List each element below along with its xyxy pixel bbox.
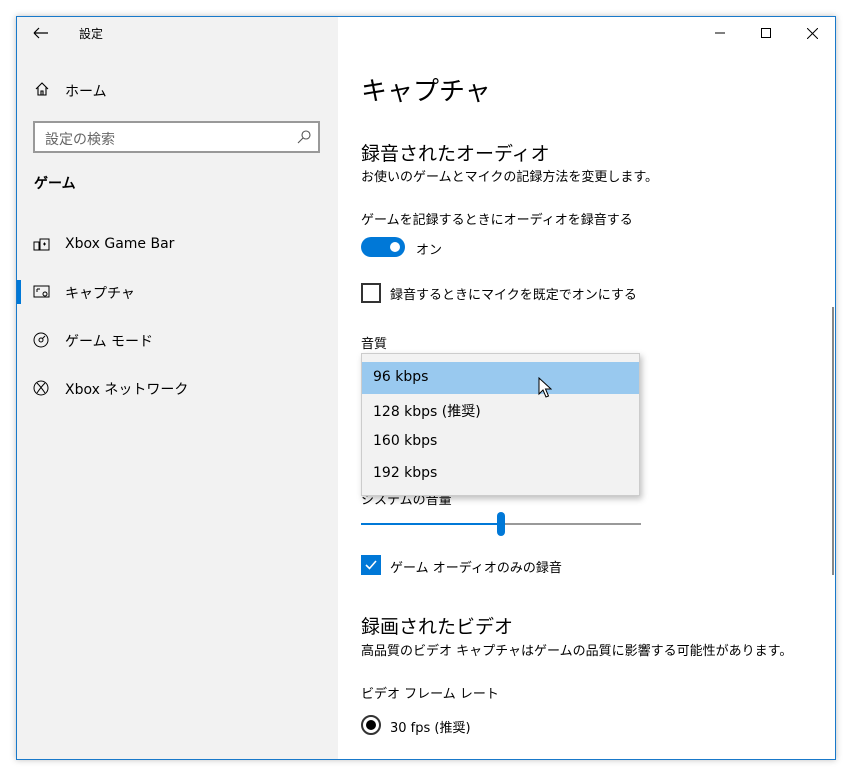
quality-label: 音質 [361,337,388,352]
slider-thumb[interactable] [497,512,505,536]
system-volume-slider[interactable] [361,512,641,536]
main-content: キャプチャ 録音されたオーディオ お使いのゲームとマイクの記録方法を変更します。… [338,17,835,759]
sidebar-item-label: キャプチャ [65,286,135,302]
frame-rate-option-label: 30 fps (推奨) [390,721,471,736]
close-icon [806,27,818,39]
game-bar-icon [33,238,50,251]
title-bar: 設定 [17,17,338,49]
search-icon [297,130,311,144]
search-input[interactable]: 設定の検索 [33,121,320,153]
minimize-button[interactable] [697,17,743,49]
sidebar-section-title: ゲーム [34,176,76,192]
frame-rate-label: ビデオ フレーム レート [361,687,499,702]
maximize-icon [761,28,771,38]
toggle-knob [390,242,400,252]
close-button[interactable] [789,17,835,49]
sidebar-item-label: Xbox Game Bar [65,236,175,252]
radio-dot [366,720,376,730]
record-audio-toggle[interactable] [361,237,405,257]
sidebar-item-xbox-network[interactable]: Xbox ネットワーク [17,368,338,408]
sidebar-item-home[interactable]: ホーム [17,73,338,107]
game-audio-only-checkbox[interactable] [361,555,381,575]
sidebar-item-xbox-game-bar[interactable]: Xbox Game Bar [17,225,338,265]
sidebar-item-label: ゲーム モード [65,334,154,350]
mouse-cursor-icon [538,377,552,398]
game-mode-icon [33,332,49,348]
quality-dropdown-list[interactable]: 96 kbps 128 kbps (推奨) 160 kbps 192 kbps [361,353,640,496]
checkmark-icon [365,560,377,570]
capture-icon [33,285,50,298]
audio-heading: 録音されたオーディオ [361,143,550,165]
quality-option[interactable]: 160 kbps [362,426,639,458]
maximize-button[interactable] [743,17,789,49]
sidebar-item-label: Xbox ネットワーク [65,382,189,398]
toggle-state-label: オン [416,243,443,258]
scrollbar[interactable] [832,307,834,575]
sidebar-item-capture[interactable]: キャプチャ [17,272,338,312]
sidebar-item-game-mode[interactable]: ゲーム モード [17,320,338,360]
video-heading: 録画されたビデオ [361,616,514,638]
selected-indicator [17,280,21,304]
frame-rate-radio-30fps[interactable] [361,715,381,735]
settings-window: 設定 ホーム 設定の検索 ゲーム Xbox Game Bar キャプチャ ゲーム… [16,16,836,760]
record-audio-label: ゲームを記録するときにオーディオを録音する [361,213,633,228]
audio-description: お使いのゲームとマイクの記録方法を変更します。 [361,170,659,185]
mic-default-label: 録音するときにマイクを既定でオンにする [390,288,637,303]
minimize-icon [715,32,725,34]
quality-option[interactable]: 192 kbps [362,458,639,490]
video-description: 高品質のビデオ キャプチャはゲームの品質に影響する可能性があります。 [361,644,793,659]
back-button[interactable] [31,24,51,42]
slider-fill [361,523,501,525]
home-icon [35,82,49,96]
quality-option[interactable]: 128 kbps (推奨) [362,394,639,426]
app-title: 設定 [79,27,104,41]
xbox-icon [33,380,49,396]
sidebar-item-label: ホーム [65,84,107,100]
sidebar: 設定 ホーム 設定の検索 ゲーム Xbox Game Bar キャプチャ ゲーム… [17,17,338,759]
search-placeholder: 設定の検索 [45,132,115,148]
page-title: キャプチャ [361,77,491,107]
mic-default-checkbox[interactable] [361,283,381,303]
back-arrow-icon [33,27,48,39]
game-audio-only-label: ゲーム オーディオのみの録音 [390,561,562,576]
quality-option[interactable]: 96 kbps [362,362,639,394]
